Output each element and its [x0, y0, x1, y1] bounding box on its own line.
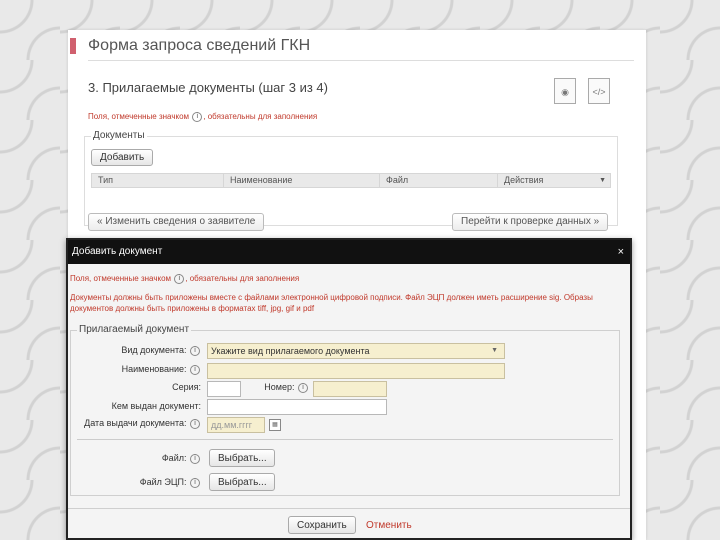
- chevron-down-icon: ▼: [491, 347, 498, 354]
- xml-icon[interactable]: </>: [588, 78, 610, 104]
- issued-by-field[interactable]: [207, 399, 387, 415]
- calendar-icon[interactable]: ▦: [269, 419, 281, 431]
- dialog-required-note: Поля, отмеченные значком i, обязательны …: [70, 274, 299, 284]
- number-field[interactable]: [313, 381, 387, 397]
- doc-type-label: Вид документа: i: [71, 345, 201, 356]
- name-field[interactable]: [207, 363, 505, 379]
- info-icon: i: [190, 364, 200, 375]
- issue-date-field[interactable]: дд.мм.гггг: [207, 417, 265, 433]
- title-accent-bar: [70, 38, 76, 54]
- save-button[interactable]: Сохранить: [288, 516, 356, 534]
- dialog-header: Добавить документ ×: [68, 240, 630, 264]
- info-icon: i: [174, 274, 185, 284]
- documents-table-header: Тип Наименование Файл Действия ▼: [91, 173, 611, 188]
- column-header-actions-label: Действия: [504, 175, 544, 185]
- file-label: Файл: i: [71, 453, 201, 464]
- issued-by-label: Кем выдан документ:: [111, 401, 201, 411]
- sort-arrow-icon: ▼: [599, 177, 606, 184]
- signature-file-label-text: Файл ЭЦП:: [139, 477, 187, 487]
- issue-date-label-text: Дата выдачи документа:: [84, 418, 187, 428]
- column-header-file[interactable]: Файл: [380, 174, 498, 187]
- info-icon: i: [298, 382, 308, 393]
- choose-file-button[interactable]: Выбрать...: [209, 449, 275, 467]
- column-header-type[interactable]: Тип: [92, 174, 224, 187]
- number-label-text: Номер:: [264, 382, 295, 392]
- attached-document-legend: Прилагаемый документ: [77, 324, 192, 335]
- info-icon: i: [190, 418, 200, 429]
- step-heading: 3. Прилагаемые документы (шаг 3 из 4): [88, 80, 328, 95]
- proceed-to-check-button[interactable]: Перейти к проверке данных »: [452, 213, 609, 231]
- fieldset-divider: [77, 439, 613, 440]
- info-icon: i: [192, 112, 203, 122]
- series-label: Серия:: [172, 382, 201, 392]
- signature-requirements-note: Документы должны быть приложены вместе с…: [70, 293, 593, 313]
- dialog-note-before: Поля, отмеченные значком: [70, 274, 172, 284]
- page-title: Форма запроса сведений ГКН: [88, 37, 311, 54]
- documents-legend: Документы: [91, 130, 147, 141]
- add-document-button[interactable]: Добавить: [91, 149, 154, 166]
- note-text-before: Поля, отмеченные значком: [88, 112, 190, 122]
- signature-file-label: Файл ЭЦП: i: [71, 477, 201, 488]
- close-icon[interactable]: ×: [618, 240, 624, 264]
- series-field[interactable]: [207, 381, 241, 397]
- view-icon[interactable]: ◉: [554, 78, 576, 104]
- dialog-title: Добавить документ: [72, 246, 163, 257]
- doc-type-label-text: Вид документа:: [121, 345, 187, 355]
- info-icon: i: [190, 453, 200, 464]
- dialog-footer-divider: [68, 508, 630, 509]
- name-label-text: Наименование:: [121, 364, 187, 374]
- info-icon: i: [190, 477, 200, 488]
- required-fields-note: Поля, отмеченные значком i, обязательны …: [88, 112, 317, 122]
- dialog-note-after: , обязательны для заполнения: [185, 274, 300, 284]
- cancel-link[interactable]: Отменить: [366, 520, 412, 531]
- file-label-text: Файл:: [161, 453, 187, 463]
- info-icon: i: [190, 345, 200, 356]
- back-to-applicant-button[interactable]: « Изменить сведения о заявителе: [88, 213, 265, 231]
- attached-document-fieldset: Прилагаемый документ Вид документа: i Ук…: [70, 324, 620, 496]
- number-label: Номер: i: [247, 382, 309, 393]
- doc-type-select[interactable]: Укажите вид прилагаемого документа ▼: [207, 343, 505, 359]
- issue-date-label: Дата выдачи документа: i: [71, 418, 201, 429]
- add-document-dialog: Добавить документ × Поля, отмеченные зна…: [66, 238, 632, 540]
- column-header-name[interactable]: Наименование: [224, 174, 380, 187]
- column-header-actions[interactable]: Действия ▼: [498, 174, 610, 187]
- title-divider: [88, 60, 634, 61]
- note-text-after: , обязательны для заполнения: [203, 112, 318, 122]
- doc-type-select-value: Укажите вид прилагаемого документа: [211, 346, 370, 356]
- name-label: Наименование: i: [71, 364, 201, 375]
- choose-signature-file-button[interactable]: Выбрать...: [209, 473, 275, 491]
